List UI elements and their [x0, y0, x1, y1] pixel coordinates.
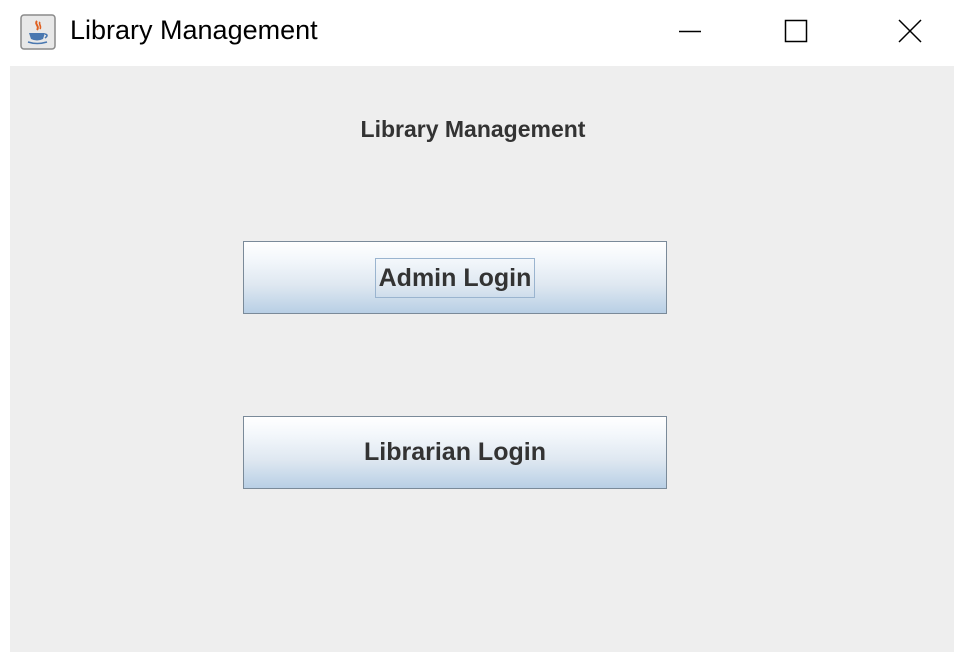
application-window: Library Management Library Management Ad… [0, 0, 954, 652]
admin-login-label: Admin Login [374, 257, 536, 298]
content-panel: Library Management Admin Login Librarian… [10, 66, 954, 652]
maximize-button[interactable] [756, 0, 836, 62]
close-icon [898, 19, 922, 43]
minimize-icon [679, 30, 701, 33]
window-title: Library Management [70, 15, 318, 45]
maximize-icon [784, 19, 808, 43]
minimize-button[interactable] [650, 0, 730, 62]
librarian-login-label: Librarian Login [364, 438, 546, 466]
admin-login-button[interactable]: Admin Login [243, 241, 667, 314]
title-bar[interactable]: Library Management [0, 0, 954, 66]
librarian-login-button[interactable]: Librarian Login [243, 416, 667, 489]
page-title: Library Management [360, 116, 586, 142]
java-coffee-cup-icon[interactable] [20, 14, 56, 50]
close-button[interactable] [870, 0, 950, 62]
